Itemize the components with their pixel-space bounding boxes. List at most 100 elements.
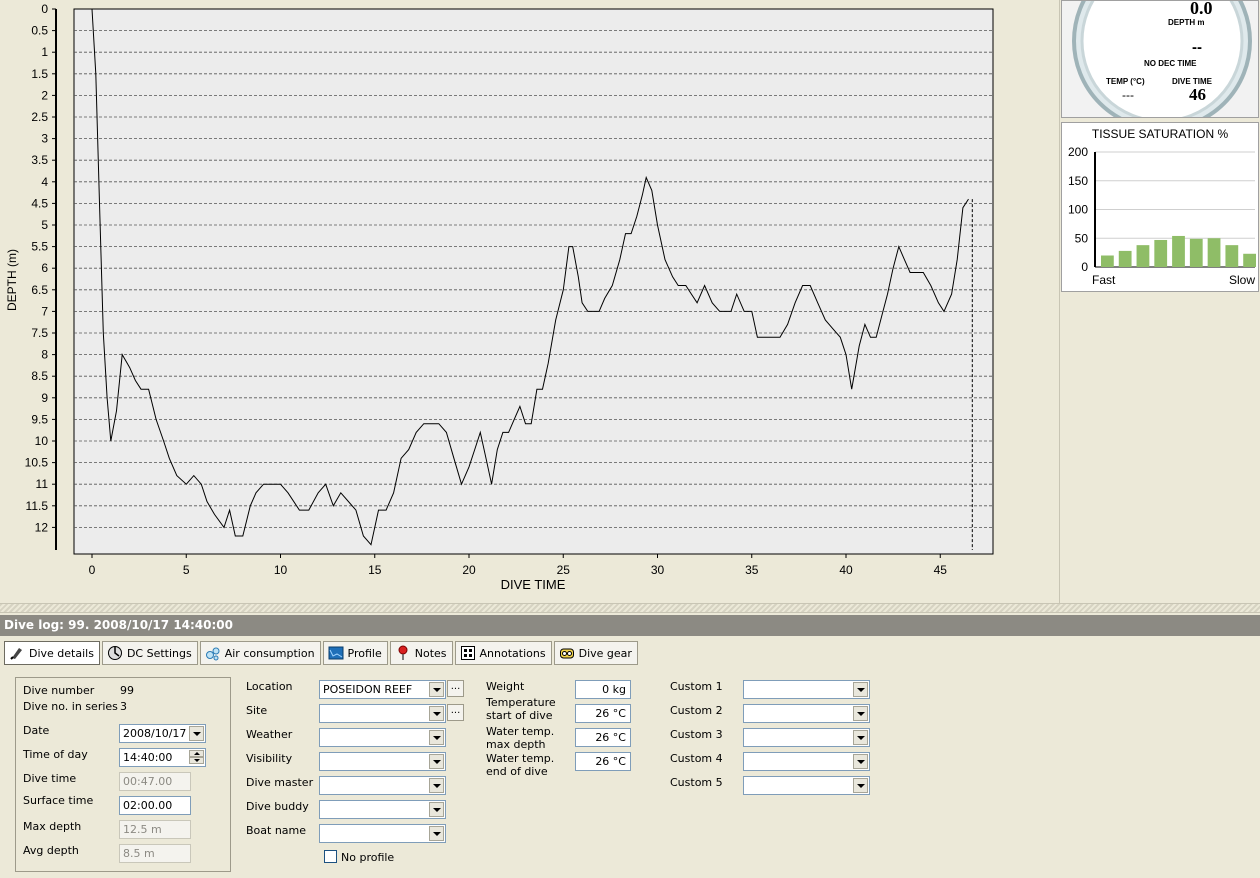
tissue-bar [1243, 253, 1256, 267]
y-tick-label: 8.5 [31, 369, 48, 383]
gauge-depth-label: DEPTH m [1168, 18, 1205, 27]
no-profile-checkbox[interactable] [324, 850, 337, 863]
y-tick-label: 12 [35, 520, 49, 534]
tissue-y-tick-label: 150 [1068, 174, 1088, 188]
y-tick-label: 5 [41, 218, 48, 232]
location-value: POSEIDON REEF [323, 683, 413, 696]
y-tick-label: 3 [41, 132, 48, 146]
tab-label: Dive gear [578, 646, 632, 660]
chevron-down-icon[interactable] [429, 682, 444, 697]
time-of-day-field[interactable]: 14:40:00 [119, 748, 206, 767]
date-label: Date [23, 724, 50, 737]
tissue-bar [1189, 238, 1203, 267]
weight-label: Weight [486, 680, 525, 693]
tissue-bar [1101, 255, 1114, 267]
chevron-down-icon[interactable] [853, 730, 868, 745]
site-select[interactable] [319, 704, 446, 723]
gauge-no-dec-label: NO DEC TIME [1144, 59, 1197, 68]
chevron-down-icon[interactable] [853, 706, 868, 721]
weight-field[interactable]: 0 kg [575, 680, 631, 699]
y-tick-label: 9.5 [31, 412, 48, 426]
tissue-y-tick-label: 0 [1081, 260, 1088, 274]
tab-notes[interactable]: Notes [389, 641, 453, 665]
visibility-label: Visibility [246, 752, 293, 765]
chevron-down-icon[interactable] [429, 778, 444, 793]
x-tick-label: 45 [934, 563, 948, 577]
y-tick-label: 0 [41, 2, 48, 16]
time-spinner[interactable] [189, 750, 204, 765]
custom4-select[interactable] [743, 752, 870, 771]
site-label: Site [246, 704, 268, 717]
temp-max-depth-field[interactable]: 26 °C [575, 728, 631, 747]
spin-up-icon[interactable] [189, 750, 204, 757]
right-panel: 0.0 DEPTH m -- NO DEC TIME TEMP (°C) ---… [1059, 0, 1260, 603]
chevron-down-icon[interactable] [853, 778, 868, 793]
surface-time-field[interactable]: 02:00.00 [119, 796, 191, 815]
location-browse-button[interactable]: ... [447, 680, 464, 697]
tissue-slow-label: Slow [1229, 273, 1256, 287]
chevron-down-icon[interactable] [853, 682, 868, 697]
custom5-label: Custom 5 [670, 776, 723, 789]
custom2-select[interactable] [743, 704, 870, 723]
custom3-select[interactable] [743, 728, 870, 747]
chevron-down-icon[interactable] [853, 754, 868, 769]
tissue-bar [1172, 235, 1185, 267]
chevron-down-icon[interactable] [429, 706, 444, 721]
chevron-down-icon[interactable] [429, 826, 444, 841]
weather-select[interactable] [319, 728, 446, 747]
custom5-select[interactable] [743, 776, 870, 795]
tab-label: Dive details [29, 646, 94, 660]
weather-label: Weather [246, 728, 293, 741]
temp-start-field[interactable]: 26 °C [575, 704, 631, 723]
time-label: Time of day [23, 748, 88, 761]
tab-dc-settings[interactable]: DC Settings [101, 641, 198, 665]
y-tick-label: 9 [41, 391, 48, 405]
dive-master-select[interactable] [319, 776, 446, 795]
time-value: 14:40:00 [123, 751, 173, 764]
chevron-down-icon[interactable] [429, 730, 444, 745]
gauge-depth-value: 0.0 [1190, 0, 1213, 18]
visibility-select[interactable] [319, 752, 446, 771]
profile-icon [328, 646, 344, 660]
custom2-label: Custom 2 [670, 704, 723, 717]
y-tick-label: 4.5 [31, 196, 48, 210]
location-select[interactable]: POSEIDON REEF [319, 680, 446, 699]
tab-dive-details[interactable]: Dive details [4, 641, 100, 665]
x-axis-label: DIVE TIME [501, 577, 566, 592]
tab-annotations[interactable]: Annotations [454, 641, 552, 665]
boat-name-select[interactable] [319, 824, 446, 843]
tab-label: DC Settings [126, 646, 192, 660]
tab-dive-gear[interactable]: Dive gear [553, 641, 638, 665]
chevron-down-icon[interactable] [429, 802, 444, 817]
dive-log-title: Dive log: 99. 2008/10/17 14:40:00 [0, 615, 1260, 636]
detail-tabs: Dive details DC Settings Air consumption… [4, 641, 638, 667]
spin-down-icon[interactable] [189, 757, 204, 764]
custom1-select[interactable] [743, 680, 870, 699]
site-browse-button[interactable]: ... [447, 704, 464, 721]
y-tick-label: 0.5 [31, 24, 48, 38]
tab-profile[interactable]: Profile [322, 641, 388, 665]
tissue-saturation-chart: 200 150 100 50 0 [1068, 145, 1256, 274]
dive-master-label: Dive master [246, 776, 314, 789]
dive-details-panel: Dive number 99 Dive no. in series 3 Date… [0, 670, 1260, 878]
chevron-down-icon[interactable] [189, 726, 204, 741]
chevron-down-icon[interactable] [429, 754, 444, 769]
custom1-label: Custom 1 [670, 680, 723, 693]
tab-label: Air consumption [224, 646, 315, 660]
y-axis-label: DEPTH (m) [5, 249, 19, 311]
tissue-bar [1154, 239, 1168, 267]
tab-air-consumption[interactable]: Air consumption [199, 641, 321, 665]
y-tick-label: 1 [41, 45, 48, 59]
date-picker[interactable]: 2008/10/17 [119, 724, 206, 743]
x-tick-label: 0 [89, 563, 96, 577]
x-tick-label: 20 [462, 563, 476, 577]
gauge-temp-value: --- [1122, 88, 1134, 102]
dive-buddy-select[interactable] [319, 800, 446, 819]
boat-name-label: Boat name [246, 824, 307, 837]
panel-splitter[interactable] [0, 603, 1260, 613]
temp-end-field[interactable]: 26 °C [575, 752, 631, 771]
avg-depth-field: 8.5 m [119, 844, 191, 863]
tissue-y-tick-label: 200 [1068, 145, 1088, 159]
temp-end-label: Water temp. end of dive [486, 752, 555, 778]
custom4-label: Custom 4 [670, 752, 723, 765]
